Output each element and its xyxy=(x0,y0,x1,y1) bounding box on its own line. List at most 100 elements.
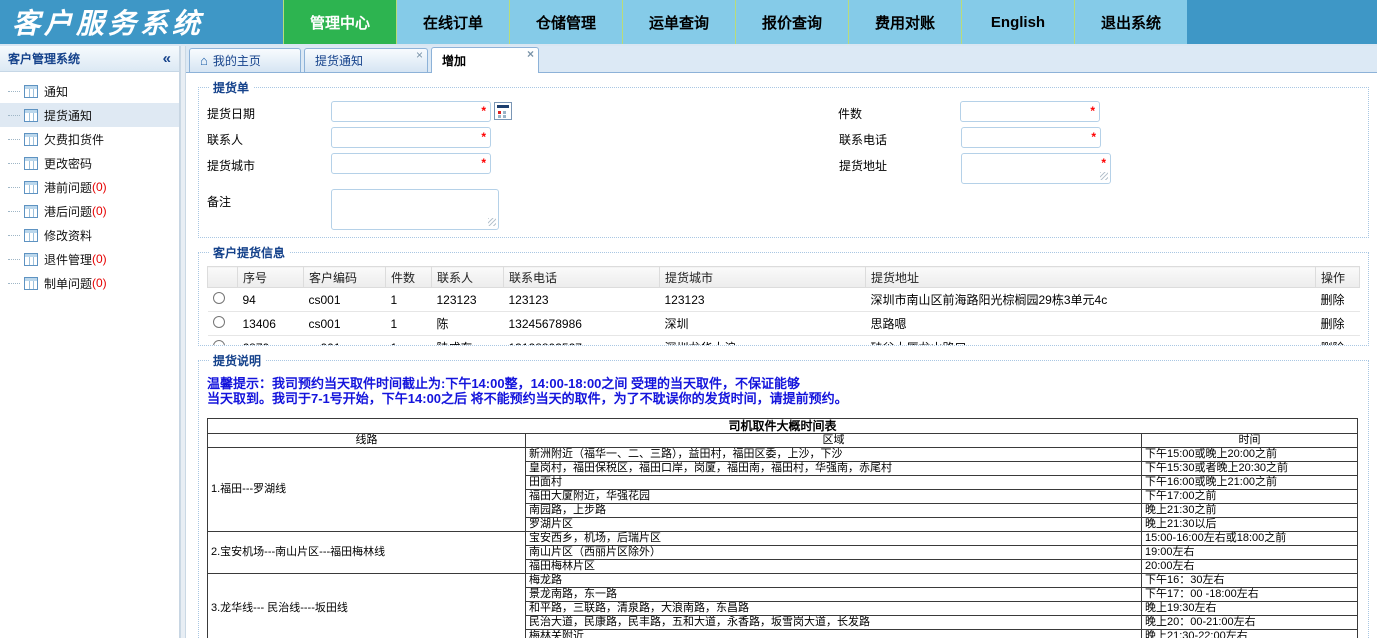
time-cell: 15:00-16:00左右或18:00之前 xyxy=(1142,532,1358,546)
region-cell: 福田梅林片区 xyxy=(526,560,1142,574)
time-cell: 晚上20：00-21:00左右 xyxy=(1142,616,1358,630)
time-cell: 20:00左右 xyxy=(1142,560,1358,574)
row-select-radio[interactable] xyxy=(213,316,225,328)
sidebar-item-arrears-hold[interactable]: 欠费扣货件 xyxy=(0,127,179,151)
tab-add[interactable]: 增加 × xyxy=(431,47,539,73)
region-cell: 民治大道，民康路，民丰路，五和大道，永香路，坂雪岗大道，长发路 xyxy=(526,616,1142,630)
nav-item-online-orders[interactable]: 在线订单 xyxy=(396,0,509,44)
schedule-row: 2.宝安机场---南山片区---福田梅林线 宝安西乡，机场，后瑞片区 15:00… xyxy=(208,532,1358,546)
driver-pickup-schedule-table: 司机取件大概时间表 线路 区域 时间 1.福田---罗湖线 新洲附近（福华一、二… xyxy=(207,418,1358,638)
customer-pickup-table: 序号 客户编码 件数 联系人 联系电话 提货城市 提货地址 操作 xyxy=(207,266,1360,346)
pickup-form-legend: 提货单 xyxy=(209,79,253,96)
sidebar-item-notifications[interactable]: 通知 xyxy=(0,79,179,103)
header-filler xyxy=(1187,0,1377,44)
pickup-address-input[interactable] xyxy=(961,153,1111,184)
delete-link[interactable]: 删除 xyxy=(1316,288,1360,312)
sidebar-item-change-password[interactable]: 更改密码 xyxy=(0,151,179,175)
time-cell: 下午16:00或晚上21:00之前 xyxy=(1142,476,1358,490)
tree-line xyxy=(8,211,20,212)
tree-line xyxy=(8,115,20,116)
app-header: 客户服务系统 管理中心 在线订单 仓储管理 运单查询 报价查询 费用对账 Eng… xyxy=(0,0,1377,46)
route-name: 2.宝安机场---南山片区---福田梅林线 xyxy=(208,532,526,574)
region-cell: 南山片区（西丽片区除外） xyxy=(526,546,1142,560)
delete-link[interactable]: 删除 xyxy=(1316,312,1360,336)
tab-label: 提货通知 xyxy=(315,52,363,69)
time-cell: 晚上21:30-22:00左右 xyxy=(1142,630,1358,639)
nav-item-logout[interactable]: 退出系统 xyxy=(1074,0,1187,44)
nav-item-warehouse-management[interactable]: 仓储管理 xyxy=(509,0,622,44)
nav-item-management-center[interactable]: 管理中心 xyxy=(283,0,396,44)
tab-pickup-notice[interactable]: 提货通知 × xyxy=(304,48,428,72)
sidebar-item-label: 提货通知 xyxy=(44,107,92,124)
pickup-instructions-section: 提货说明 温馨提示：我司预约当天取件时间截止为:下午14:00整，14:00-1… xyxy=(198,352,1369,638)
app-title: 客户服务系统 xyxy=(0,0,283,44)
phone-label: 联系电话 xyxy=(839,127,961,148)
sidebar-item-pickup-notice[interactable]: 提货通知 xyxy=(0,103,179,127)
schedule-title-row: 司机取件大概时间表 xyxy=(208,419,1358,434)
table-row: 94 cs001 1 123123 123123 123123 深圳市南山区前海… xyxy=(208,288,1360,312)
sidebar-item-count: (0) xyxy=(92,204,107,218)
list-icon xyxy=(24,205,38,218)
tree-line xyxy=(8,283,20,284)
calendar-icon[interactable] xyxy=(494,102,512,120)
table-row: 6870 cs001 1 陆成东 13128803527 深圳龙华大浪 硅谷大厦… xyxy=(208,336,1360,347)
notice-line-1: 温馨提示：我司预约当天取件时间截止为:下午14:00整，14:00-18:00之… xyxy=(207,376,1360,391)
time-cell: 下午17：00 -18:00左右 xyxy=(1142,588,1358,602)
schedule-col-time: 时间 xyxy=(1142,434,1358,448)
sidebar-item-billing-issues[interactable]: 制单问题 (0) xyxy=(0,271,179,295)
nav-item-fee-reconciliation[interactable]: 费用对账 xyxy=(848,0,961,44)
col-seq: 序号 xyxy=(238,267,304,288)
region-cell: 新洲附近（福华一、二、三路），益田村，福田区委，上沙，下沙 xyxy=(526,448,1142,462)
col-contact: 联系人 xyxy=(432,267,504,288)
notice-line-2: 当天取到。我司于7-1号开始，下午14:00之后 将不能预约当天的取件，为了不耽… xyxy=(207,391,1360,406)
region-cell: 罗湖片区 xyxy=(526,518,1142,532)
phone-input[interactable] xyxy=(961,127,1101,148)
collapse-sidebar-icon[interactable]: « xyxy=(163,51,171,66)
time-cell: 晚上19:30左右 xyxy=(1142,602,1358,616)
region-cell: 景龙南路，东一路 xyxy=(526,588,1142,602)
row-select-radio[interactable] xyxy=(213,292,225,304)
nav-item-english[interactable]: English xyxy=(961,0,1074,44)
region-cell: 梅龙路 xyxy=(526,574,1142,588)
cell-qty: 1 xyxy=(386,312,432,336)
customer-pickup-section: 客户提货信息 序号 客户编码 件数 联系人 联系电话 xyxy=(198,244,1369,346)
tab-my-home[interactable]: ⌂ 我的主页 xyxy=(189,48,301,72)
route-name: 1.福田---罗湖线 xyxy=(208,448,526,532)
sidebar-item-count: (0) xyxy=(92,276,107,290)
close-icon[interactable]: × xyxy=(416,50,423,61)
sidebar-item-returns-management[interactable]: 退件管理 (0) xyxy=(0,247,179,271)
cell-seq: 13406 xyxy=(238,312,304,336)
region-cell: 南园路，上步路 xyxy=(526,504,1142,518)
sidebar-menu: 通知 提货通知 欠费扣货件 更改密码 xyxy=(0,72,179,295)
row-select-radio[interactable] xyxy=(213,340,225,346)
region-cell: 和平路，三联路，清泉路，大浪南路，东昌路 xyxy=(526,602,1142,616)
tree-line xyxy=(8,163,20,164)
nav-item-waybill-query[interactable]: 运单查询 xyxy=(622,0,735,44)
schedule-col-route: 线路 xyxy=(208,434,526,448)
tree-line xyxy=(8,91,20,92)
cell-phone: 13128803527 xyxy=(504,336,660,347)
schedule-row: 1.福田---罗湖线 新洲附近（福华一、二、三路），益田村，福田区委，上沙，下沙… xyxy=(208,448,1358,462)
cell-seq: 94 xyxy=(238,288,304,312)
close-icon[interactable]: × xyxy=(527,49,534,60)
contact-input[interactable] xyxy=(331,127,491,148)
cell-contact: 123123 xyxy=(432,288,504,312)
qty-input[interactable] xyxy=(960,101,1100,122)
delete-link[interactable]: 删除 xyxy=(1316,336,1360,347)
sidebar-item-post-port-issues[interactable]: 港后问题 (0) xyxy=(0,199,179,223)
tab-bar: ⌂ 我的主页 提货通知 × 增加 × xyxy=(186,46,1377,73)
nav-item-quote-query[interactable]: 报价查询 xyxy=(735,0,848,44)
qty-label: 件数 xyxy=(838,101,960,122)
tree-line xyxy=(8,259,20,260)
sidebar-item-pre-port-issues[interactable]: 港前问题 (0) xyxy=(0,175,179,199)
sidebar-item-count: (0) xyxy=(92,180,107,194)
cell-address: 硅谷大厦龙山路口 xyxy=(866,336,1316,347)
remark-input[interactable] xyxy=(331,189,499,230)
pickup-date-input[interactable] xyxy=(331,101,491,122)
schedule-header-row: 线路 区域 时间 xyxy=(208,434,1358,448)
tree-line xyxy=(8,139,20,140)
required-asterisk: * xyxy=(481,104,486,118)
cell-seq: 6870 xyxy=(238,336,304,347)
pickup-city-input[interactable] xyxy=(331,153,491,174)
sidebar-item-edit-profile[interactable]: 修改资料 xyxy=(0,223,179,247)
